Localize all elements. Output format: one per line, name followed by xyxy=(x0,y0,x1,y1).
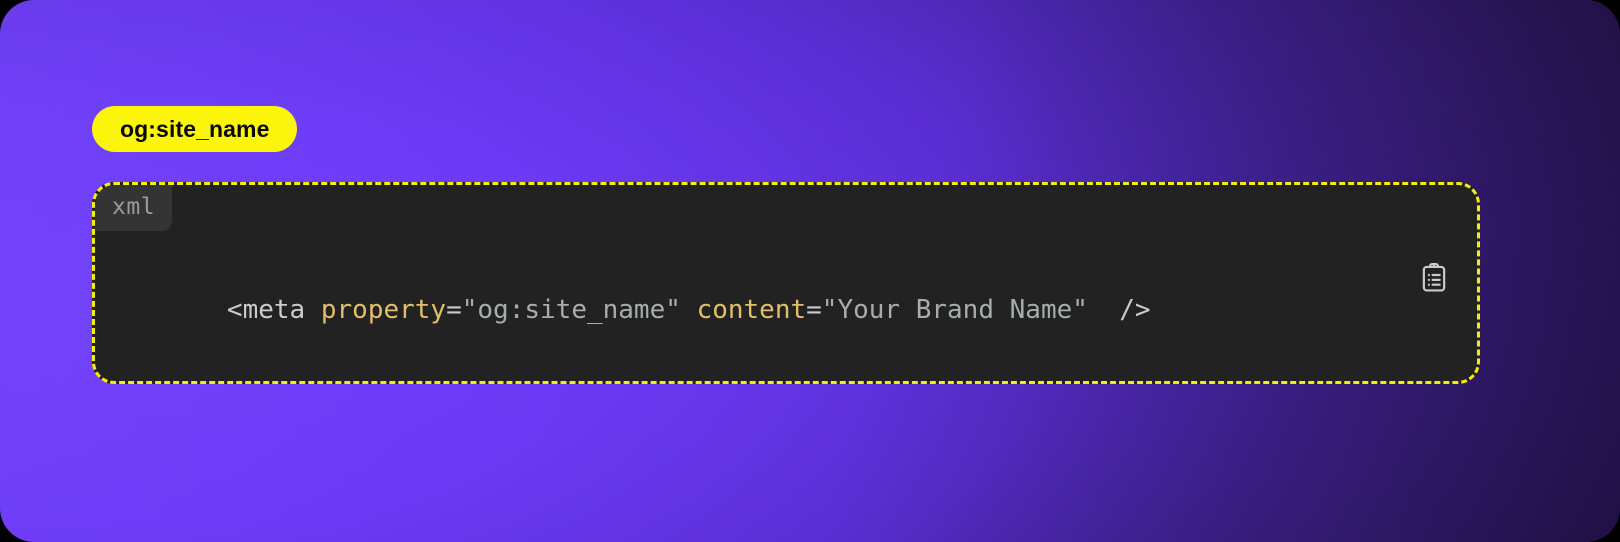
code-token-space-1 xyxy=(305,295,321,325)
code-line: <meta property="og:site_name" content="Y… xyxy=(133,271,1151,349)
code-token-equals-2: = xyxy=(806,295,822,325)
code-token-tag-close: /> xyxy=(1119,295,1151,325)
code-token-value-content: "Your Brand Name" xyxy=(821,295,1088,325)
code-token-value-property: "og:site_name" xyxy=(461,295,681,325)
code-token-space-2 xyxy=(681,295,697,325)
property-badge-label: og:site_name xyxy=(120,115,270,142)
code-block: xml <meta property="og:site_name" conten… xyxy=(92,182,1480,384)
code-token-attr-content: content xyxy=(696,295,807,325)
copy-code-button[interactable] xyxy=(1417,261,1451,295)
language-tag: xml xyxy=(95,185,173,231)
code-token-equals-1: = xyxy=(446,295,462,325)
clipboard-list-icon xyxy=(1420,263,1448,293)
code-token-tag-open: <meta xyxy=(226,295,306,325)
code-token-space-3 xyxy=(1088,295,1119,325)
property-badge: og:site_name xyxy=(92,106,298,152)
code-token-attr-property: property xyxy=(320,295,447,325)
screenshot-canvas: og:site_name xml <meta property="og:site… xyxy=(0,0,1620,542)
